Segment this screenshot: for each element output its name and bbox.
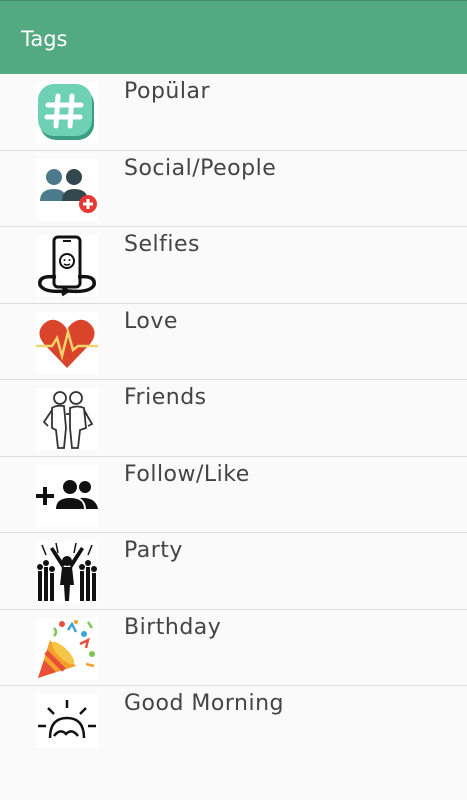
heart-pulse-icon <box>36 311 98 374</box>
selfie-phone-icon <box>36 235 98 297</box>
tag-list: Popülar Social/People Selfies Love Frien… <box>0 74 467 748</box>
hashtag-icon <box>36 82 98 144</box>
party-crowd-icon <box>36 541 98 603</box>
tag-label: Popülar <box>124 79 210 104</box>
tag-label: Birthday <box>124 614 222 640</box>
tag-label: Love <box>124 308 178 334</box>
list-item-love[interactable]: Love <box>0 303 467 380</box>
list-item-party[interactable]: Party <box>0 533 467 610</box>
list-item-popular[interactable]: Popülar <box>0 74 467 151</box>
tag-label: Follow/Like <box>124 461 250 487</box>
list-item-selfies[interactable]: Selfies <box>0 227 467 304</box>
tag-label: Friends <box>124 385 207 410</box>
list-item-good-morning[interactable]: Good Morning <box>0 686 467 748</box>
tag-label: Party <box>124 538 183 563</box>
list-item-friends[interactable]: Friends <box>0 380 467 457</box>
list-item-social-people[interactable]: Social/People <box>0 150 467 227</box>
app-bar: Tags <box>0 0 467 74</box>
tag-label: Selfies <box>124 232 200 257</box>
party-popper-icon <box>36 617 98 680</box>
friends-icon <box>36 388 98 450</box>
add-group-icon <box>36 464 98 527</box>
sunrise-icon <box>36 694 98 748</box>
page-title: Tags <box>21 27 68 51</box>
tag-label: Social/People <box>124 155 277 181</box>
list-item-follow-like[interactable]: Follow/Like <box>0 456 467 533</box>
list-item-birthday[interactable]: Birthday <box>0 609 467 686</box>
people-add-icon <box>36 158 98 221</box>
tag-label: Good Morning <box>124 691 284 716</box>
